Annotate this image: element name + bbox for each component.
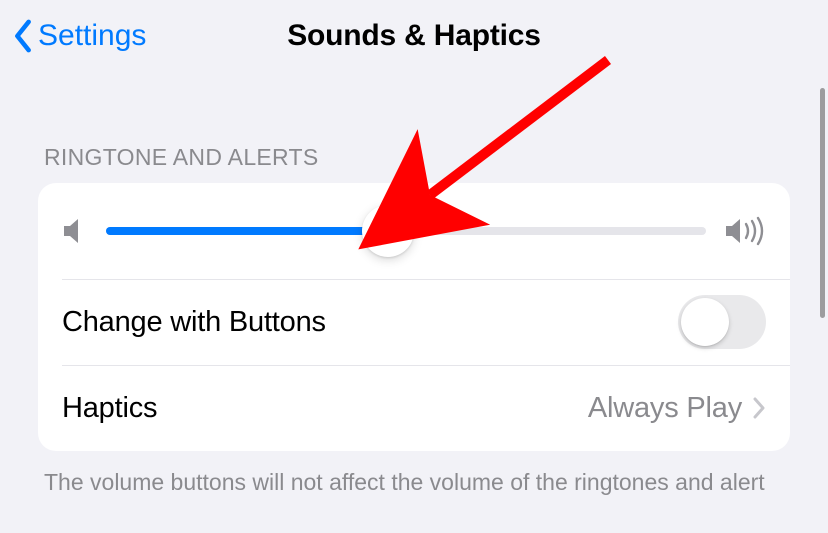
back-button[interactable]: Settings (12, 19, 146, 53)
volume-high-icon (724, 216, 766, 246)
slider-thumb[interactable] (362, 205, 414, 257)
volume-slider[interactable] (106, 227, 706, 235)
change-with-buttons-toggle[interactable] (678, 295, 766, 349)
section-footer: The volume buttons will not affect the v… (44, 467, 784, 498)
chevron-right-icon (752, 396, 766, 420)
chevron-left-icon (12, 19, 34, 53)
scrollbar[interactable] (820, 88, 825, 318)
change-with-buttons-row[interactable]: Change with Buttons (38, 279, 790, 365)
settings-card: Change with Buttons Haptics Always Play (38, 183, 790, 451)
haptics-value: Always Play (588, 392, 742, 425)
slider-fill (106, 227, 388, 235)
section-header: RINGTONE AND ALERTS (44, 144, 790, 171)
haptics-row[interactable]: Haptics Always Play (38, 365, 790, 451)
haptics-label: Haptics (62, 392, 588, 425)
back-label: Settings (38, 19, 146, 53)
volume-low-icon (62, 217, 88, 245)
toggle-knob (681, 298, 729, 346)
navigation-bar: Settings Sounds & Haptics (0, 0, 828, 72)
volume-slider-row (38, 183, 790, 279)
change-with-buttons-label: Change with Buttons (62, 306, 678, 339)
